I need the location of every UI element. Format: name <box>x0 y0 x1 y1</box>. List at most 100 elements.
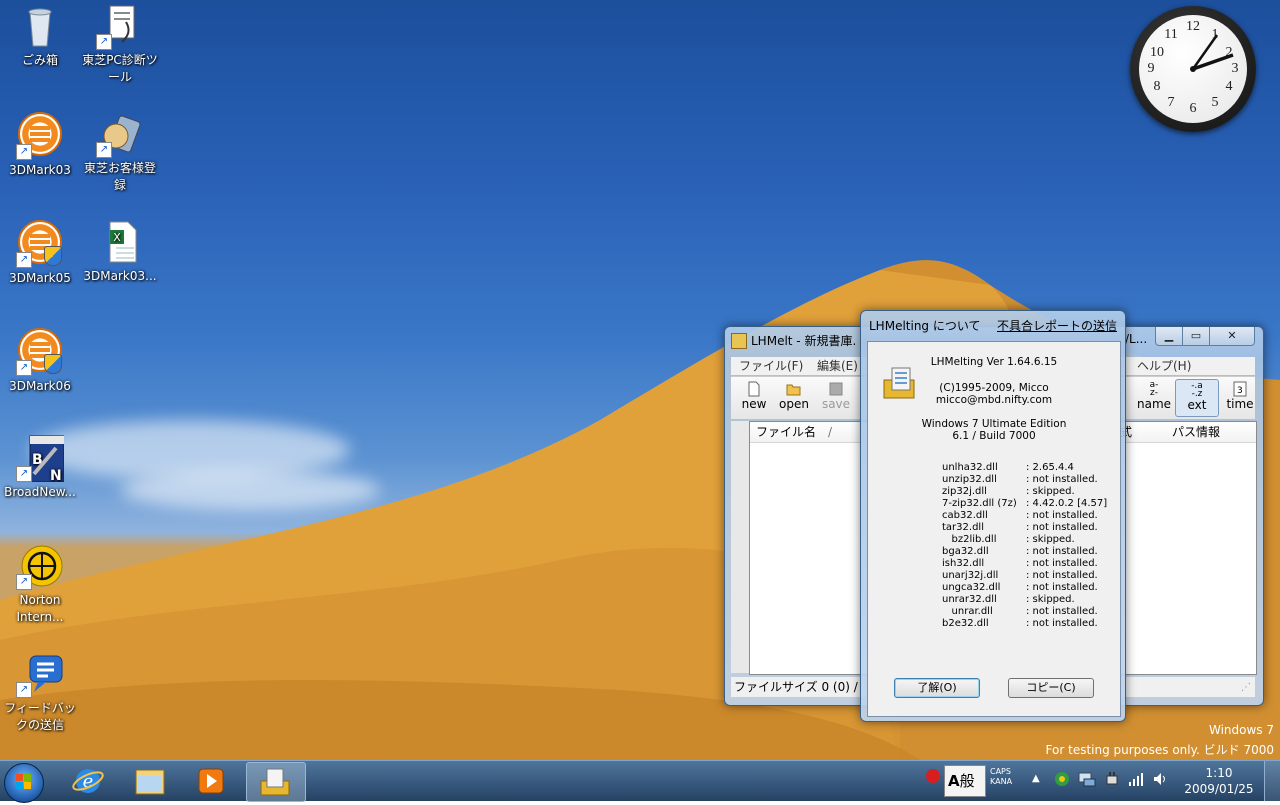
media-player-icon <box>198 768 224 794</box>
dll-name: zip32j.dll <box>942 486 987 497</box>
dll-status: : skipped. <box>1026 486 1075 497</box>
about-dialog[interactable]: LHMelting について 不具合レポートの送信 LHMelting Ver … <box>860 310 1126 722</box>
dll-name: ish32.dll <box>942 558 985 569</box>
os-name-text: Windows 7 Ultimate Edition <box>921 418 1067 430</box>
shortcut-arrow-icon: ↗ <box>16 682 32 698</box>
icon-label: BroadNew... <box>4 485 76 499</box>
show-hidden-icons-button[interactable]: ▲ <box>1032 773 1040 784</box>
toshiba-broadnews-icon: BN ↗ <box>16 434 65 484</box>
menu-help[interactable]: ヘルプ(H) <box>1137 357 1191 375</box>
dll-status: : not installed. <box>1026 510 1098 521</box>
dll-status: : not installed. <box>1026 522 1098 533</box>
wireless-signal-icon[interactable] <box>1128 771 1144 787</box>
dll-row: tar32.dll : not installed. <box>942 522 1098 534</box>
dll-row: unrar.dll: not installed. <box>942 606 1098 618</box>
dll-name: unlha32.dll <box>942 462 998 473</box>
icon-label: Norton Intern... <box>16 593 64 624</box>
dll-row: unrar32.dll: skipped. <box>942 594 1075 606</box>
dll-status: : not installed. <box>1026 474 1098 485</box>
app-icon <box>731 333 747 349</box>
icon-label: 東芝PC診断ツール <box>82 53 158 84</box>
icon-label: 3DMark03 <box>9 163 71 177</box>
tree-pane[interactable] <box>731 421 750 673</box>
internet-explorer-icon: e <box>72 769 104 793</box>
svg-text:X: X <box>113 231 121 244</box>
desktop-icon-norton[interactable]: ↗ Norton Intern... <box>2 542 78 626</box>
dll-row: bz2lib.dll: skipped. <box>942 534 1075 546</box>
dll-status: : 2.65.4.4 <box>1026 462 1074 473</box>
dll-row: ish32.dll: not installed. <box>942 558 1098 570</box>
volume-icon[interactable] <box>1152 771 1168 787</box>
desktop-icon-toshiba-pc-diagnostic[interactable]: ↗ 東芝PC診断ツール <box>82 2 158 86</box>
shortcut-arrow-icon: ↗ <box>16 252 32 268</box>
dll-row: bga32.dll: not installed. <box>942 546 1098 558</box>
desktop-icon-recycle-bin[interactable]: ごみ箱 <box>2 2 78 69</box>
close-button[interactable]: ✕ <box>1209 327 1255 346</box>
norton-icon: ↗ <box>16 542 64 590</box>
ime-indicator[interactable]: A般 <box>944 765 986 797</box>
tray-date: 2009/01/25 <box>1184 782 1254 796</box>
desktop-icon-3dmark06[interactable]: ↗ 3DMark06 <box>2 326 78 395</box>
column-path[interactable]: パス情報 <box>1172 422 1220 442</box>
toolbar-sort-ext-button[interactable]: -.a -.z ext <box>1175 379 1219 417</box>
dll-name: unrar.dll <box>942 606 993 617</box>
lhmelting-app-icon <box>260 768 290 796</box>
ok-button[interactable]: 了解(O) <box>894 678 980 698</box>
desktop-icon-broadnews[interactable]: BN ↗ BroadNew... <box>2 434 78 501</box>
desktop-icon-excel-file[interactable]: X 3DMark03... <box>82 218 158 285</box>
shortcut-arrow-icon: ↗ <box>16 144 32 160</box>
resize-grip-icon[interactable]: ⋰ <box>1241 679 1251 697</box>
taskbar-lhmelt-button[interactable] <box>246 762 306 802</box>
copy-button[interactable]: コピー(C) <box>1008 678 1094 698</box>
toolbar-sort-name-button[interactable]: a-z- name <box>1133 379 1175 412</box>
dll-name: tar32.dll <box>942 522 984 533</box>
taskbar-media-player-button[interactable] <box>184 762 240 800</box>
desktop-icon-3dmark03[interactable]: ↗ 3DMark03 <box>2 110 78 179</box>
tray-clock[interactable]: 1:10 2009/01/25 <box>1184 765 1254 797</box>
menu-file[interactable]: ファイル(F) <box>739 357 803 375</box>
network-adapter-icon[interactable] <box>1078 771 1096 787</box>
show-desktop-button[interactable] <box>1264 761 1280 801</box>
toolbar-sort-time-button[interactable]: 3 time <box>1219 379 1261 411</box>
toolbar-new-button[interactable]: new <box>733 379 775 411</box>
shortcut-arrow-icon: ↗ <box>96 34 112 50</box>
shortcut-arrow-icon: ↗ <box>16 360 32 376</box>
desktop-icon-feedback[interactable]: ↗ フィードバックの送信 <box>2 650 78 734</box>
ime-kanji: 般 <box>959 772 975 790</box>
dll-status: : 4.42.0.2 [4.57] <box>1026 498 1108 509</box>
icon-label: フィードバックの送信 <box>4 701 76 732</box>
power-plug-icon[interactable] <box>1104 771 1120 787</box>
sort-ext-icon: -.a -.z <box>1191 381 1203 399</box>
sort-name-icon: a-z- <box>1149 380 1159 398</box>
dll-row: unlha32.dll : 2.65.4.4 <box>942 462 1074 474</box>
shortcut-arrow-icon: ↗ <box>16 466 32 482</box>
toolbar-label: save <box>821 397 851 411</box>
dll-row: unarj32j.dll: not installed. <box>942 570 1098 582</box>
watermark-line1: Windows 7 <box>1208 723 1274 737</box>
toolbar-open-button[interactable]: open <box>773 379 815 411</box>
recycle-bin-icon <box>16 2 64 50</box>
menu-edit[interactable]: 編集(E) <box>817 357 858 375</box>
excel-file-icon: X <box>96 218 144 266</box>
dialog-title: LHMelting について <box>869 319 981 333</box>
maximize-button[interactable]: ▭ <box>1182 327 1210 346</box>
minimize-button[interactable]: ▁ <box>1155 327 1183 346</box>
desktop-icon-toshiba-registration[interactable]: ↗ 東芝お客様登録 <box>82 110 158 194</box>
keyboard-status[interactable]: CAPS KANA <box>990 767 1012 787</box>
desktop-icon-3dmark05[interactable]: ↗ 3DMark05 <box>2 218 78 287</box>
tray-alert-icon[interactable] <box>926 769 940 783</box>
shortcut-arrow-icon: ↗ <box>16 574 32 590</box>
column-filename[interactable]: ファイル名 <box>756 422 816 442</box>
open-folder-icon <box>786 381 802 397</box>
dll-row: 7-zip32.dll (7z): 4.42.0.2 [4.57] <box>942 498 1107 510</box>
taskbar-ie-button[interactable]: e <box>60 762 116 800</box>
clock-gadget[interactable]: 12 1 2 3 4 5 6 7 8 9 10 11 <box>1130 6 1256 132</box>
dll-status: : not installed. <box>1026 570 1098 581</box>
toolbar-label: new <box>741 397 767 411</box>
svg-text:3: 3 <box>1237 386 1243 396</box>
start-button[interactable] <box>4 763 44 803</box>
security-center-icon[interactable] <box>1054 771 1070 787</box>
taskbar-explorer-button[interactable] <box>122 762 178 800</box>
bug-report-link[interactable]: 不具合レポートの送信 <box>997 317 1117 334</box>
toolbar-save-button[interactable]: save <box>815 379 857 411</box>
